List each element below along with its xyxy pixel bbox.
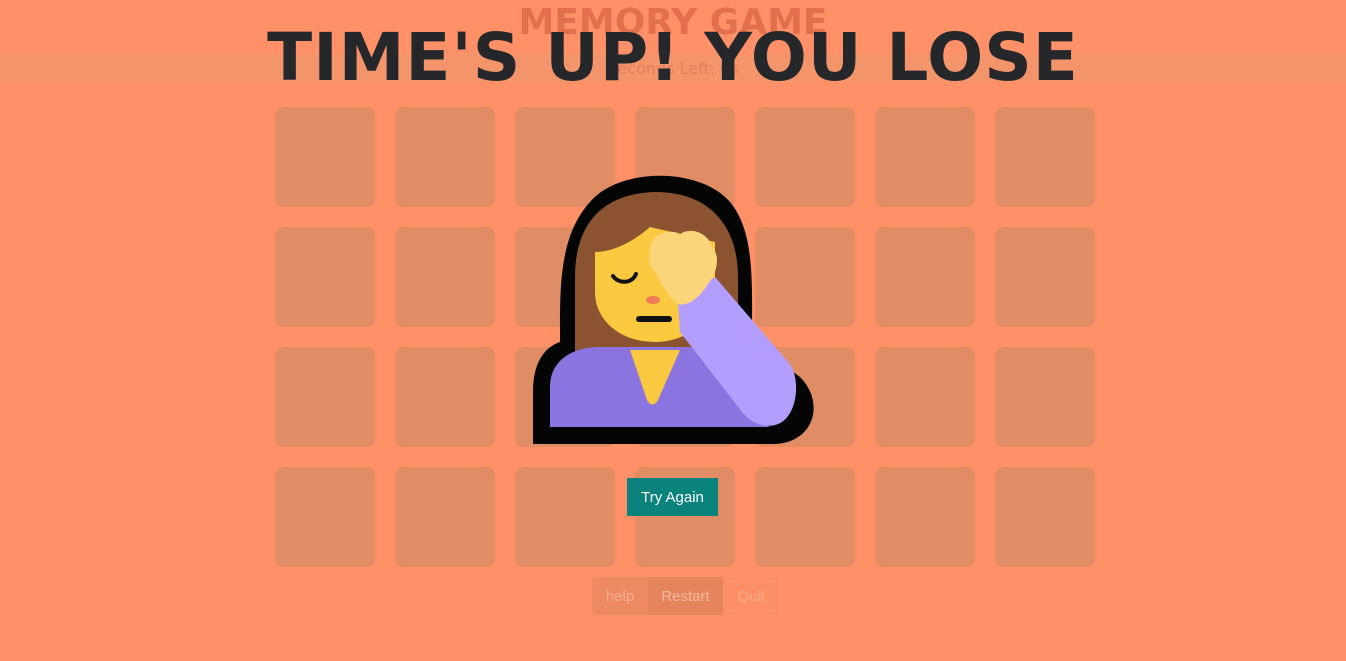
memory-card[interactable] (275, 107, 375, 207)
restart-button[interactable]: Restart (648, 577, 723, 615)
memory-card[interactable] (995, 467, 1095, 567)
memory-card[interactable] (875, 347, 975, 447)
memory-card[interactable] (395, 347, 495, 447)
emoji-mouth (636, 316, 672, 322)
memory-card[interactable] (515, 467, 615, 567)
game-over-message: TIME'S UP! YOU LOSE (267, 19, 1079, 96)
help-button[interactable]: help (592, 577, 648, 615)
memory-card[interactable] (395, 227, 495, 327)
memory-card[interactable] (395, 107, 495, 207)
control-group: help Restart Quit (592, 577, 779, 615)
memory-card[interactable] (275, 227, 375, 327)
try-again-button[interactable]: Try Again (627, 478, 718, 516)
emoji-nose (646, 296, 660, 304)
woman-facepalming-icon (533, 175, 814, 444)
memory-card[interactable] (395, 467, 495, 567)
memory-card[interactable] (995, 227, 1095, 327)
memory-card[interactable] (875, 467, 975, 567)
memory-card[interactable] (275, 347, 375, 447)
memory-card[interactable] (275, 467, 375, 567)
memory-card[interactable] (995, 107, 1095, 207)
quit-button[interactable]: Quit (723, 577, 779, 615)
memory-card[interactable] (875, 107, 975, 207)
memory-card[interactable] (755, 467, 855, 567)
memory-card[interactable] (875, 227, 975, 327)
memory-card[interactable] (995, 347, 1095, 447)
